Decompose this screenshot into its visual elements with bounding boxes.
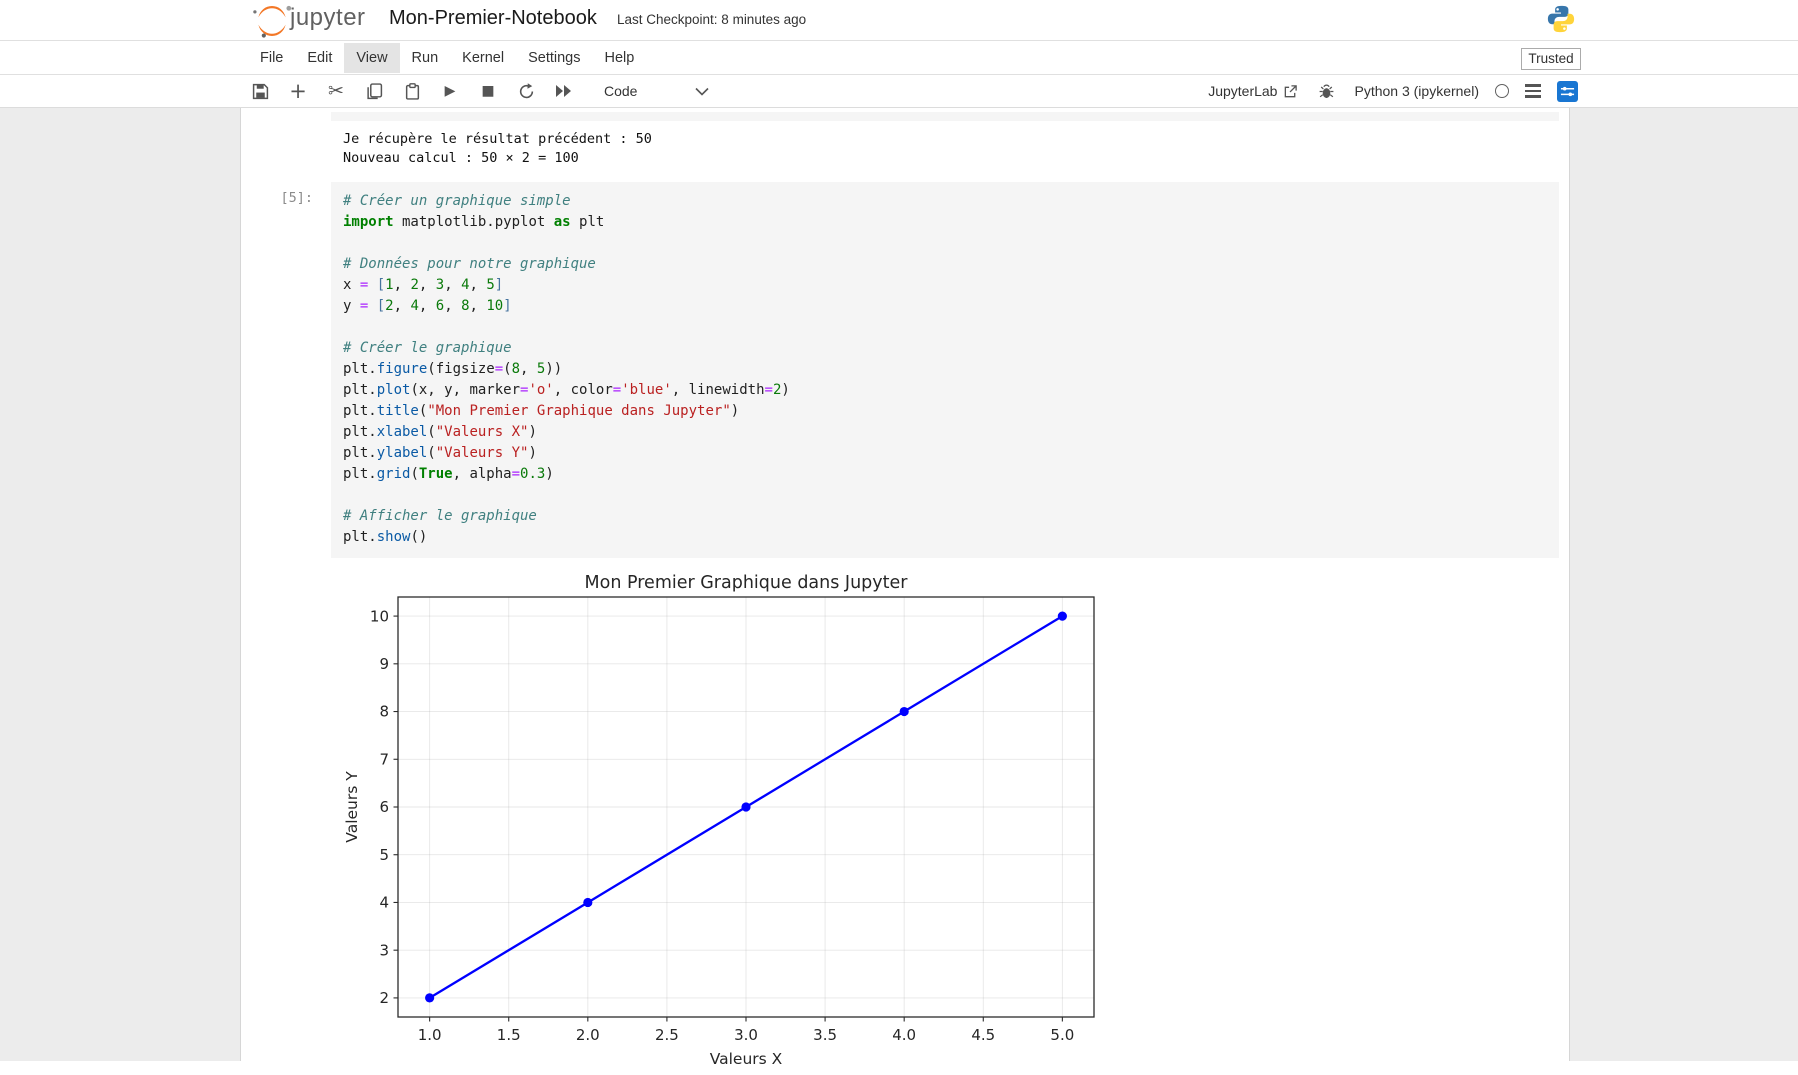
notebook-page: Je récupère le résultat précédent : 50 N…	[240, 108, 1570, 1061]
jupyter-logo-icon	[252, 4, 292, 38]
notebook-tools-button[interactable]	[1557, 81, 1578, 102]
notebook-title[interactable]: Mon-Premier-Notebook	[389, 7, 597, 30]
bug-icon	[1318, 83, 1335, 100]
run-icon: ▶	[445, 83, 456, 99]
sliders-icon	[1560, 84, 1575, 99]
menu-items: FileEditViewRunKernelSettingsHelp	[248, 41, 646, 74]
menu-toggle-icon[interactable]	[1525, 84, 1541, 98]
svg-text:1.5: 1.5	[497, 1026, 521, 1044]
code-line: plt.figure(figsize=(8, 5))	[343, 359, 1547, 380]
paste-cell-button[interactable]	[400, 79, 424, 103]
code-line: y = [2, 4, 6, 8, 10]	[343, 296, 1547, 317]
menu-item-file[interactable]: File	[248, 43, 295, 73]
kernel-status-icon	[1495, 84, 1509, 98]
svg-text:7: 7	[379, 750, 389, 768]
restart-icon	[518, 83, 535, 100]
paste-icon	[404, 83, 421, 100]
menu-item-help[interactable]: Help	[592, 43, 646, 73]
open-in-jupyterlab-link[interactable]: JupyterLab	[1208, 83, 1298, 99]
code-line	[343, 233, 1547, 254]
chevron-down-icon	[695, 87, 709, 96]
code-line	[343, 485, 1547, 506]
menu-item-edit[interactable]: Edit	[295, 43, 344, 73]
cell-type-value: Code	[604, 83, 637, 99]
stop-icon: ■	[481, 83, 494, 99]
code-line: plt.xlabel("Valeurs X")	[343, 422, 1547, 443]
svg-text:Valeurs Y: Valeurs Y	[343, 771, 361, 843]
run-all-icon	[555, 84, 573, 98]
line-chart: 1.0 1.5 2.0 2.5 3.0 3.5 4.0 4.5 5.0 2 3 4 5 6 7 8 9 10 Mon…	[343, 570, 1101, 1070]
svg-text:4: 4	[379, 894, 389, 912]
workspace-background: Je récupère le résultat précédent : 50 N…	[0, 108, 1798, 1061]
code-line: # Afficher le graphique	[343, 506, 1547, 527]
svg-text:9: 9	[379, 655, 389, 673]
svg-text:6: 6	[379, 798, 389, 816]
svg-text:4.5: 4.5	[971, 1026, 995, 1044]
save-button[interactable]	[248, 79, 272, 103]
svg-text:10: 10	[370, 607, 389, 625]
svg-text:8: 8	[379, 703, 389, 721]
notebook-toolbar: + ✂ ▶ ■ Code JupyterLab Python 3 (ipyker…	[0, 75, 1798, 108]
menu-bar: FileEditViewRunKernelSettingsHelp Truste…	[0, 41, 1798, 75]
trusted-badge[interactable]: Trusted	[1521, 48, 1581, 70]
code-line: import matplotlib.pyplot as plt	[343, 212, 1547, 233]
chart-output: 1.0 1.5 2.0 2.5 3.0 3.5 4.0 4.5 5.0 2 3 4 5 6 7 8 9 10 Mon…	[343, 570, 1101, 1070]
svg-text:4.0: 4.0	[892, 1026, 916, 1044]
cell-execution-prompt: [5]:	[241, 190, 313, 206]
code-line: plt.plot(x, y, marker='o', color='blue',…	[343, 380, 1547, 401]
cut-cell-button[interactable]: ✂	[324, 79, 348, 103]
svg-text:3: 3	[379, 941, 389, 959]
menu-item-settings[interactable]: Settings	[516, 43, 592, 73]
save-icon	[252, 83, 269, 100]
add-cell-button[interactable]: +	[286, 79, 310, 103]
cut-icon: ✂	[328, 80, 344, 102]
code-line: x = [1, 2, 3, 4, 5]	[343, 275, 1547, 296]
svg-text:2: 2	[379, 989, 389, 1007]
code-cell-editor[interactable]: # Créer un graphique simpleimport matplo…	[331, 182, 1559, 558]
add-cell-icon: +	[289, 79, 307, 103]
code-line: plt.ylabel("Valeurs Y")	[343, 443, 1547, 464]
copy-cell-button[interactable]	[362, 79, 386, 103]
cell-type-dropdown[interactable]: Code	[604, 83, 709, 99]
python-logo-icon	[1546, 4, 1576, 34]
checkpoint-status: Last Checkpoint: 8 minutes ago	[617, 12, 806, 27]
code-line: # Données pour notre graphique	[343, 254, 1547, 275]
code-line	[343, 317, 1547, 338]
copy-icon	[366, 83, 383, 100]
header-bar: jupyter Mon-Premier-Notebook Last Checkp…	[0, 0, 1798, 41]
svg-text:Valeurs X: Valeurs X	[710, 1050, 783, 1068]
code-line: plt.grid(True, alpha=0.3)	[343, 464, 1547, 485]
external-link-icon	[1283, 84, 1298, 99]
svg-text:Mon Premier Graphique dans Jup: Mon Premier Graphique dans Jupyter	[585, 573, 909, 593]
previous-cell-partial[interactable]	[331, 112, 1559, 121]
svg-text:2.5: 2.5	[655, 1026, 679, 1044]
jupyterlab-label: JupyterLab	[1208, 83, 1277, 99]
svg-text:2.0: 2.0	[576, 1026, 600, 1044]
svg-text:5: 5	[379, 846, 389, 864]
code-line: # Créer un graphique simple	[343, 191, 1547, 212]
interrupt-kernel-button[interactable]: ■	[476, 79, 500, 103]
restart-run-all-button[interactable]	[552, 79, 576, 103]
kernel-name-label[interactable]: Python 3 (ipykernel)	[1354, 83, 1479, 99]
svg-text:5.0: 5.0	[1050, 1026, 1074, 1044]
restart-kernel-button[interactable]	[514, 79, 538, 103]
svg-text:3.0: 3.0	[734, 1026, 758, 1044]
run-cell-button[interactable]: ▶	[438, 79, 462, 103]
jupyter-wordmark: jupyter	[290, 4, 366, 32]
menu-item-view[interactable]: View	[344, 43, 399, 73]
menu-item-run[interactable]: Run	[400, 43, 451, 73]
code-line: plt.show()	[343, 527, 1547, 548]
cell-output-text: Je récupère le résultat précédent : 50 N…	[343, 130, 652, 168]
svg-text:3.5: 3.5	[813, 1026, 837, 1044]
debugger-button[interactable]	[1314, 79, 1338, 103]
code-line: plt.title("Mon Premier Graphique dans Ju…	[343, 401, 1547, 422]
svg-text:1.0: 1.0	[418, 1026, 442, 1044]
code-line: # Créer le graphique	[343, 338, 1547, 359]
menu-item-kernel[interactable]: Kernel	[450, 43, 516, 73]
